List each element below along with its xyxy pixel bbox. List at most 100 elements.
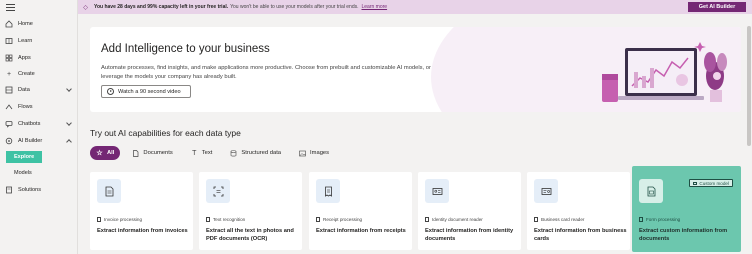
card-type-label: Business card reader xyxy=(541,217,585,222)
banner-strong-text: You have 28 days and 99% capacity left i… xyxy=(94,4,229,10)
card-form-processing[interactable]: Custom model Form processing Extract cus… xyxy=(632,166,741,252)
card-description: Extract all the text in photos and PDF d… xyxy=(206,228,294,242)
card-type: Text recognition xyxy=(206,217,245,222)
filter-label: Structured data xyxy=(241,150,282,156)
sidebar-item-models[interactable]: Models xyxy=(14,170,32,176)
chevron-down-icon[interactable] xyxy=(66,120,72,126)
banner-text: You won't be able to use your models aft… xyxy=(230,4,359,10)
play-icon xyxy=(107,88,114,95)
hamburger-menu-icon[interactable] xyxy=(6,4,15,11)
filter-text[interactable]: T Text xyxy=(185,146,219,160)
hero-description: Automate processes, find insights, and m… xyxy=(101,65,431,80)
filter-label: Text xyxy=(201,150,213,156)
sidebar-item-apps[interactable]: Apps xyxy=(0,51,78,65)
flow-icon xyxy=(5,103,13,111)
card-description: Extract information from business cards xyxy=(534,228,627,242)
trial-banner: ◇ You have 28 days and 99% capacity left… xyxy=(78,0,752,14)
sidebar-item-label: Flows xyxy=(18,104,33,110)
document-icon xyxy=(206,217,210,222)
text-icon: T xyxy=(192,149,197,157)
text-recognition-icon xyxy=(206,179,230,203)
sidebar-item-label: AI Builder xyxy=(18,138,43,144)
sidebar-item-chatbots[interactable]: Chatbots xyxy=(0,117,78,131)
filter-structured-data[interactable]: Structured data xyxy=(224,146,287,160)
card-type: Receipt processing xyxy=(316,217,362,222)
document-icon xyxy=(534,217,538,222)
card-description: Extract information from receipts xyxy=(316,228,406,234)
watch-video-label: Watch a 90 second video xyxy=(118,88,181,95)
filter-documents[interactable]: Documents xyxy=(126,146,178,160)
scrollbar-thumb[interactable] xyxy=(747,26,751,146)
sidebar-item-ai-builder[interactable]: AI Builder xyxy=(0,134,78,148)
sidebar-item-learn[interactable]: Learn xyxy=(0,34,78,48)
home-icon xyxy=(5,20,13,28)
filter-label: Documents xyxy=(143,150,173,156)
brain-icon xyxy=(5,137,13,145)
image-icon xyxy=(299,150,306,157)
business-card-icon xyxy=(534,179,558,203)
sidebar-item-label: Apps xyxy=(18,55,31,61)
sidebar-item-flows[interactable]: Flows xyxy=(0,100,78,114)
card-description: Extract information from invoices xyxy=(97,228,188,234)
get-ai-builder-button[interactable]: Get AI Builder xyxy=(688,2,746,12)
sidebar-item-label: Create xyxy=(18,71,35,77)
card-type-label: Form processing xyxy=(646,217,681,222)
apps-icon xyxy=(5,54,13,62)
hero-panel: Add Intelligence to your business Automa… xyxy=(90,27,741,112)
database-icon xyxy=(230,149,237,157)
filter-label: Images xyxy=(310,150,330,156)
sidebar-item-data[interactable]: Data xyxy=(0,83,78,97)
sidebar-item-label: Data xyxy=(18,87,30,93)
sidebar-item-label: Home xyxy=(18,21,33,27)
star-icon: ☆ xyxy=(96,150,103,157)
filter-all[interactable]: ☆ All xyxy=(90,146,121,160)
document-icon xyxy=(425,217,429,222)
card-invoice-processing[interactable]: Invoice processing Extract information f… xyxy=(90,172,193,250)
invoice-icon xyxy=(97,179,121,203)
card-business-card-reader[interactable]: Business card reader Extract information… xyxy=(527,172,630,250)
sidebar-item-create[interactable]: + Create xyxy=(0,67,78,81)
sidebar-item-label: Learn xyxy=(18,38,33,44)
document-icon xyxy=(316,217,320,222)
solutions-icon xyxy=(5,186,13,194)
sidebar-item-explore[interactable]: Explore xyxy=(6,151,42,163)
card-type: Invoice processing xyxy=(97,217,142,222)
page-scrollbar[interactable] xyxy=(746,14,752,254)
card-type-label: Text recognition xyxy=(213,217,246,222)
form-icon xyxy=(639,179,663,203)
id-card-icon xyxy=(425,179,449,203)
card-type-label: Invoice processing xyxy=(104,217,143,222)
card-type-label: Receipt processing xyxy=(323,217,363,222)
learn-more-link[interactable]: Learn more xyxy=(362,4,388,10)
sidebar: Home Learn Apps + Create Data Flows Chat… xyxy=(0,0,78,254)
sidebar-item-home[interactable]: Home xyxy=(0,17,78,31)
filter-label: All xyxy=(107,150,115,156)
database-icon xyxy=(5,86,13,94)
custom-model-badge: Custom model xyxy=(689,179,733,187)
sidebar-item-solutions[interactable]: Solutions xyxy=(0,183,78,197)
section-title: Try out AI capabilities for each data ty… xyxy=(90,128,241,138)
document-icon xyxy=(97,217,101,222)
watch-video-button[interactable]: Watch a 90 second video xyxy=(101,85,191,98)
card-type-label: Identity document reader xyxy=(432,217,483,222)
data-type-filters: ☆ All Documents T Text Structured data I… xyxy=(90,146,341,160)
sidebar-item-label: Solutions xyxy=(18,187,42,193)
chevron-up-icon[interactable] xyxy=(66,139,72,145)
document-icon xyxy=(132,149,139,157)
model-icon xyxy=(693,181,698,185)
card-receipt-processing[interactable]: Receipt processing Extract information f… xyxy=(309,172,412,250)
book-icon xyxy=(5,37,13,45)
plus-icon: + xyxy=(6,70,12,78)
chatbot-icon xyxy=(5,120,13,128)
hero-title: Add Intelligence to your business xyxy=(101,43,270,55)
card-type: Form processing xyxy=(639,217,680,222)
card-text-recognition[interactable]: Text recognition Extract all the text in… xyxy=(199,172,302,250)
hero-illustration xyxy=(602,42,727,102)
receipt-icon xyxy=(316,179,340,203)
card-identity-document-reader[interactable]: Identity document reader Extract informa… xyxy=(418,172,521,250)
chevron-down-icon[interactable] xyxy=(66,86,72,92)
badge-label: Custom model xyxy=(699,180,729,186)
filter-images[interactable]: Images xyxy=(293,146,335,160)
sidebar-item-label: Chatbots xyxy=(18,121,41,127)
card-type: Business card reader xyxy=(534,217,584,222)
